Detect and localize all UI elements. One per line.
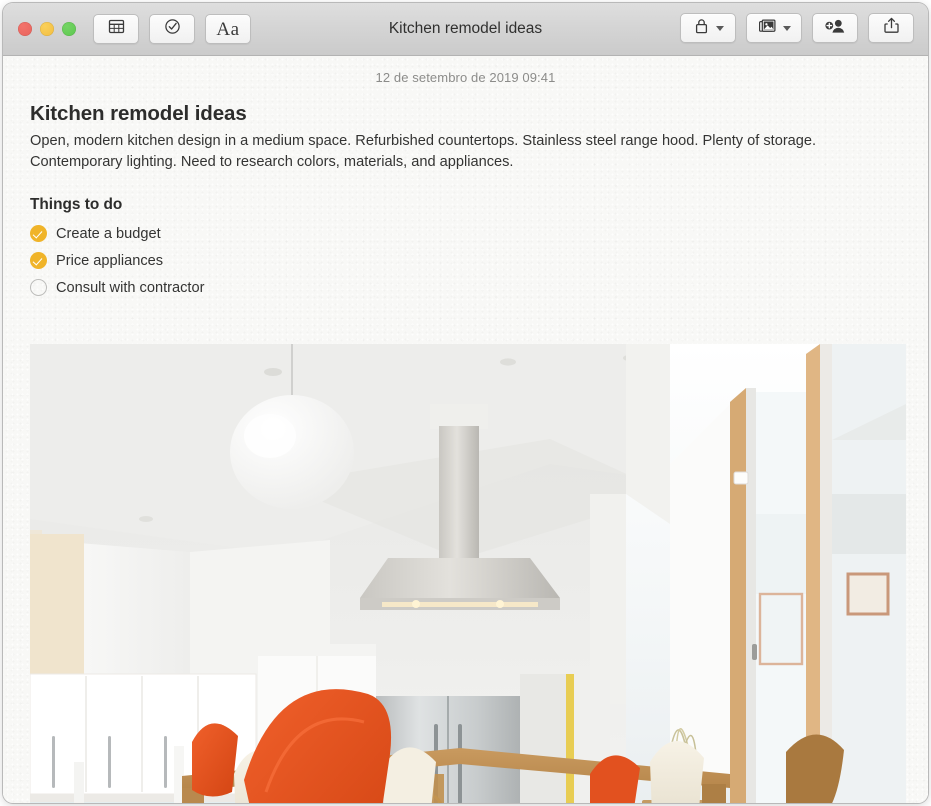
checkbox-unchecked-icon[interactable] xyxy=(30,279,47,296)
note-title: Kitchen remodel ideas xyxy=(30,102,247,125)
kitchen-photo-foreground xyxy=(182,689,844,803)
format-button[interactable]: Aa xyxy=(205,14,251,44)
toolbar-left-group: Aa xyxy=(93,14,251,44)
chevron-down-icon xyxy=(715,25,724,31)
checklist-button[interactable] xyxy=(149,14,195,44)
maximize-window-button[interactable] xyxy=(62,22,76,36)
todo-checklist: Create a budget Price appliances Consult… xyxy=(30,220,902,301)
lock-button[interactable] xyxy=(680,13,736,43)
note-paragraph: Open, modern kitchen design in a medium … xyxy=(30,133,817,170)
table-button[interactable] xyxy=(93,14,139,44)
add-people-button[interactable] xyxy=(812,13,858,43)
chevron-down-icon xyxy=(782,25,791,31)
note-content: Kitchen remodel ideas Open, modern kitch… xyxy=(3,102,928,301)
close-window-button[interactable] xyxy=(18,22,32,36)
list-item-label: Price appliances xyxy=(56,252,164,269)
checkbox-checked-icon[interactable] xyxy=(30,225,47,242)
share-icon xyxy=(883,16,900,40)
text-format-icon: Aa xyxy=(216,18,240,40)
toolbar-right-group xyxy=(680,13,914,43)
share-button[interactable] xyxy=(868,13,914,43)
notes-window: Aa Kitchen remodel ideas 12 de setembro … xyxy=(3,3,928,803)
section-heading: Things to do xyxy=(30,196,123,213)
checkbox-checked-icon[interactable] xyxy=(30,252,47,269)
checkmark-circle-icon xyxy=(163,17,182,41)
photos-icon xyxy=(758,17,777,40)
note-body[interactable]: 12 de setembro de 2019 09:41 Kitchen rem… xyxy=(3,56,928,803)
list-item[interactable]: Consult with contractor xyxy=(30,274,902,301)
add-person-icon xyxy=(823,17,847,40)
list-item[interactable]: Price appliances xyxy=(30,247,902,274)
list-item-label: Consult with contractor xyxy=(56,279,205,296)
note-timestamp: 12 de setembro de 2019 09:41 xyxy=(375,70,556,85)
list-item[interactable]: Create a budget xyxy=(30,220,902,247)
lock-icon xyxy=(693,17,710,40)
table-icon xyxy=(107,17,126,41)
note-attachment[interactable] xyxy=(30,344,906,803)
window-titlebar: Aa Kitchen remodel ideas xyxy=(3,3,928,56)
list-item-label: Create a budget xyxy=(56,225,161,242)
media-button[interactable] xyxy=(746,13,802,43)
traffic-lights xyxy=(18,22,76,36)
minimize-window-button[interactable] xyxy=(40,22,54,36)
